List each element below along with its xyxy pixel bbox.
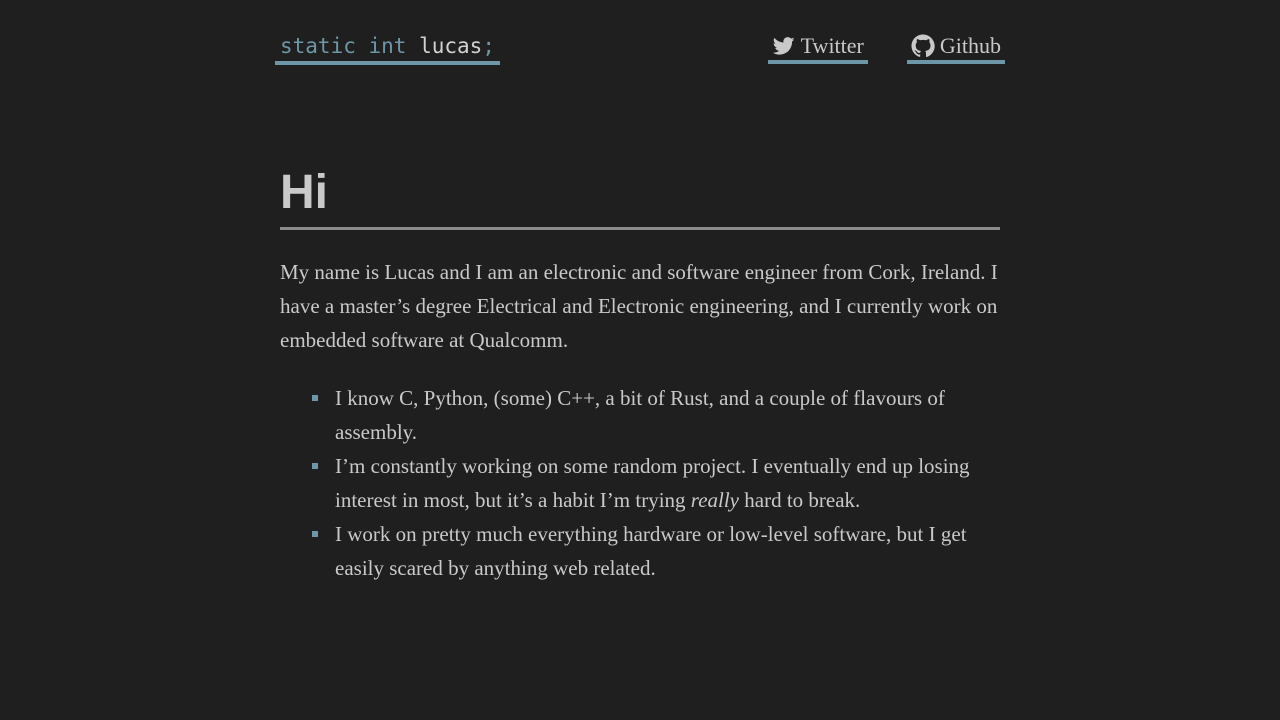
list-item: I’m constantly working on some random pr… bbox=[280, 449, 1000, 517]
square-bullet-icon bbox=[312, 395, 318, 401]
logo-identifier: lucas bbox=[419, 34, 483, 58]
github-icon bbox=[911, 34, 935, 58]
square-bullet-icon bbox=[312, 531, 318, 537]
social-nav: Twitter Github bbox=[767, 33, 1005, 64]
site-logo-link[interactable]: static int lucas; bbox=[275, 33, 500, 65]
facts-list: I know C, Python, (some) C++, a bit of R… bbox=[280, 381, 1000, 585]
twitter-icon bbox=[772, 37, 795, 55]
page-title: Hi bbox=[280, 165, 1000, 230]
list-item: I know C, Python, (some) C++, a bit of R… bbox=[280, 381, 1000, 449]
twitter-link[interactable]: Twitter bbox=[767, 33, 868, 64]
list-item: I work on pretty much everything hardwar… bbox=[280, 517, 1000, 585]
intro-paragraph: My name is Lucas and I am an electronic … bbox=[280, 260, 998, 352]
list-item-text-before: I’m constantly working on some random pr… bbox=[335, 454, 970, 512]
logo-keyword-int: int bbox=[368, 34, 407, 58]
list-item-text: I work on pretty much everything hardwar… bbox=[335, 522, 967, 580]
square-bullet-icon bbox=[312, 463, 318, 469]
site-header: static int lucas; Twitter Github bbox=[275, 0, 1005, 90]
list-item-emphasis: really bbox=[690, 488, 740, 512]
logo-keyword-static: static bbox=[280, 34, 356, 58]
twitter-link-label: Twitter bbox=[800, 33, 864, 58]
list-item-text: I know C, Python, (some) C++, a bit of R… bbox=[335, 386, 945, 444]
logo-semicolon: ; bbox=[482, 34, 495, 58]
page-container: static int lucas; Twitter Github Hi My n… bbox=[275, 0, 1005, 580]
list-item-text-after: hard to break. bbox=[739, 488, 861, 512]
github-link[interactable]: Github bbox=[906, 33, 1005, 64]
github-link-label: Github bbox=[939, 33, 1001, 58]
